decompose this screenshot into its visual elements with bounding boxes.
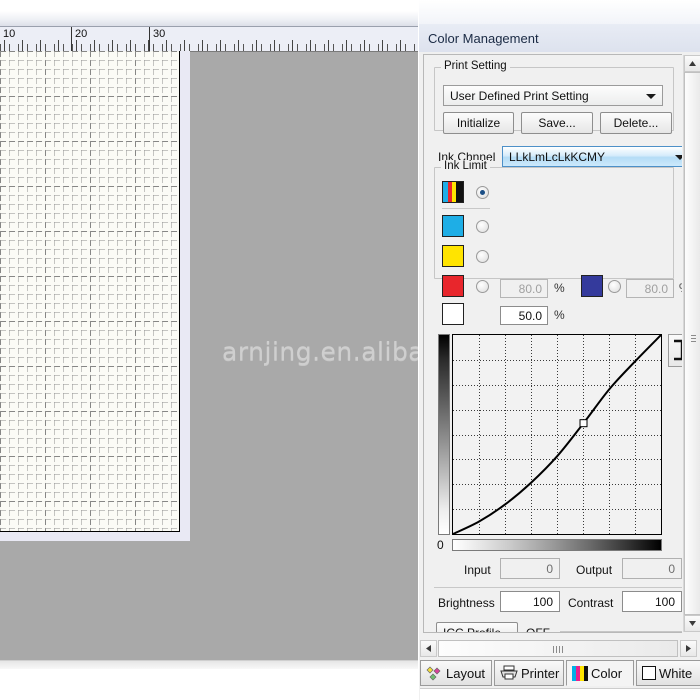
- brightness-field[interactable]: 100: [500, 591, 560, 612]
- chevron-down-icon: [675, 155, 682, 160]
- ink-limit-legend: Ink Limit: [441, 160, 490, 172]
- chevron-left-icon: [426, 645, 431, 652]
- curve-control-point[interactable]: [580, 420, 587, 427]
- ink-limit-divider: [442, 208, 490, 209]
- status-strip: [0, 660, 418, 700]
- output-gradient-bar: [438, 334, 450, 535]
- panel-title: Color Management: [428, 31, 539, 46]
- printer-icon: [500, 665, 518, 681]
- scroll-right-arrow[interactable]: [680, 640, 697, 657]
- icc-profile-button[interactable]: ICC Profile...: [436, 622, 518, 633]
- swatch-cmyk[interactable]: [442, 181, 464, 203]
- white-icon: [642, 666, 656, 680]
- color-icon: [572, 666, 588, 681]
- ruler-label: 10: [3, 28, 15, 40]
- canvas-toolbar: [0, 0, 418, 27]
- ink-limit-radio-cmyk[interactable]: [476, 186, 489, 199]
- scroll-up-arrow[interactable]: [684, 55, 700, 72]
- ink-limit-radio-blue[interactable]: [608, 280, 621, 293]
- scroll-thumb[interactable]: [684, 72, 700, 615]
- scroll-down-arrow[interactable]: [684, 615, 700, 632]
- tab-label: Color: [591, 666, 622, 681]
- ink-limit-value-red[interactable]: 80.0: [500, 279, 548, 298]
- ink-limit-unit-white: %: [554, 308, 565, 322]
- ink-limit-value-white[interactable]: 50.0: [500, 306, 548, 325]
- input-gradient-bar: [452, 539, 662, 551]
- document-page[interactable]: [0, 51, 180, 532]
- input-value-field[interactable]: 0: [500, 558, 560, 579]
- chevron-right-icon: [686, 645, 691, 652]
- tab-printer[interactable]: Printer: [494, 660, 564, 686]
- output-label: Output: [576, 563, 612, 577]
- delete-button[interactable]: Delete...: [600, 112, 672, 134]
- curve-zero-label: 0: [437, 538, 444, 552]
- tone-curve-svg[interactable]: [453, 335, 661, 534]
- ink-limit-radio-yellow[interactable]: [476, 250, 489, 263]
- chevron-down-icon: [646, 94, 656, 99]
- chevron-up-icon: [689, 61, 696, 66]
- contrast-label: Contrast: [568, 596, 613, 610]
- panel-top-strip: [419, 0, 700, 24]
- curve-reset-icon: [669, 335, 682, 366]
- brightness-label: Brightness: [438, 596, 495, 610]
- ink-limit-unit-red: %: [554, 281, 565, 295]
- initialize-button[interactable]: Initialize: [443, 112, 514, 134]
- app-window: 102030 arnjing.en.alibaba.com Color Mana…: [0, 0, 700, 700]
- input-label: Input: [464, 563, 491, 577]
- icc-group-line: [560, 631, 682, 632]
- panel-content: Print Setting User Defined Print Setting…: [423, 54, 682, 633]
- swatch-yellow[interactable]: [442, 245, 464, 267]
- ruler-label: 30: [153, 28, 165, 40]
- page-grid-mask-h: [0, 51, 179, 531]
- curve-reset-button[interactable]: [668, 334, 682, 367]
- tab-label: Layout: [446, 666, 485, 681]
- swatch-blue[interactable]: [581, 275, 603, 297]
- scroll-left-arrow[interactable]: [420, 640, 437, 657]
- tone-curve-plot[interactable]: [452, 334, 662, 535]
- print-setting-combo-value: User Defined Print Setting: [450, 89, 589, 103]
- swatch-red[interactable]: [442, 275, 464, 297]
- ink-limit-unit-blue: %: [679, 281, 682, 295]
- page-grid-mask-v: [0, 51, 179, 531]
- ink-channel-combo-value: LLkLmLcLkKCMY: [509, 150, 605, 164]
- tab-label: Printer: [521, 666, 559, 681]
- tab-layout[interactable]: Layout: [420, 660, 492, 686]
- ink-limit-radio-red[interactable]: [476, 280, 489, 293]
- design-canvas-area[interactable]: 102030 arnjing.en.alibaba.com: [0, 0, 418, 660]
- tab-white[interactable]: White: [636, 660, 700, 686]
- horizontal-ruler: 10 20 30: [0, 27, 418, 52]
- panel-vertical-scrollbar[interactable]: [683, 55, 700, 632]
- contrast-field[interactable]: 100: [622, 591, 682, 612]
- save-button[interactable]: Save...: [521, 112, 593, 134]
- panel-horizontal-scrollbar[interactable]: [420, 640, 698, 658]
- section-divider: [434, 587, 682, 588]
- status-strip-gradient: [0, 661, 418, 669]
- icc-status-label: OFF: [526, 626, 550, 633]
- tab-color[interactable]: Color: [566, 660, 634, 686]
- ink-limit-group: Ink Limit: [434, 167, 674, 279]
- color-management-panel: Color Management Print Setting User Defi…: [418, 0, 700, 700]
- tab-bar-underline: [420, 688, 700, 700]
- ink-limit-radio-cyan[interactable]: [476, 220, 489, 233]
- print-setting-legend: Print Setting: [441, 60, 510, 72]
- scroll-thumb-horizontal[interactable]: [438, 640, 678, 657]
- swatch-white[interactable]: [442, 303, 464, 325]
- panel-tab-bar[interactable]: Layout Printer Color White: [420, 660, 700, 688]
- swatch-cyan[interactable]: [442, 215, 464, 237]
- output-value-field[interactable]: 0: [622, 558, 682, 579]
- layout-icon: [426, 665, 443, 681]
- ink-channel-combo[interactable]: LLkLmLcLkKCMY: [502, 146, 682, 167]
- chevron-down-icon: [689, 621, 696, 626]
- ink-limit-value-blue[interactable]: 80.0: [626, 279, 674, 298]
- ruler-label: 20: [75, 28, 87, 40]
- tab-label: White: [659, 666, 692, 681]
- print-setting-combo[interactable]: User Defined Print Setting: [443, 85, 663, 106]
